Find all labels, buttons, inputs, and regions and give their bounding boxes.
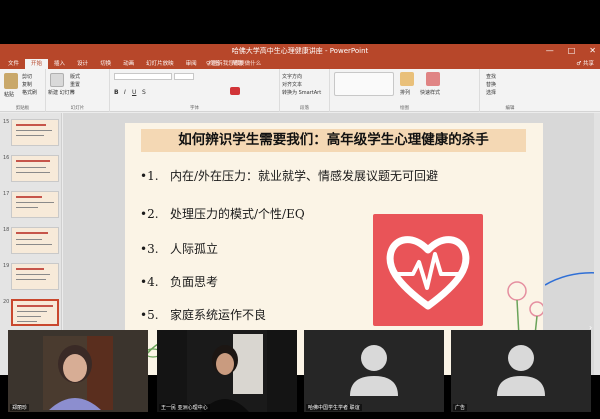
participant-name: 广告: [453, 404, 468, 411]
group-label-drawing: 绘图: [400, 106, 409, 111]
tab-animations[interactable]: 动画: [117, 59, 140, 69]
vertical-scrollbar[interactable]: [594, 113, 600, 375]
bullet-item[interactable]: •5. 家庭系统运作不良: [140, 306, 266, 323]
text-direction-button[interactable]: 文字方向: [282, 73, 302, 80]
bullet-number: •2.: [140, 207, 159, 221]
paste-label[interactable]: 粘贴: [4, 91, 14, 98]
participant-video: [187, 330, 267, 412]
tab-review[interactable]: 审阅: [180, 59, 203, 69]
user-avatar-icon: [497, 345, 545, 396]
bullet-text: 家庭系统运作不良: [170, 308, 267, 322]
bullet-text: 内在/外在压力：就业就学、情感发展议题无可回避: [170, 169, 439, 183]
underline-icon[interactable]: U: [132, 89, 136, 96]
bullet-number: •3.: [140, 242, 159, 256]
bullet-item[interactable]: •4. 负面思考: [140, 273, 218, 290]
participant-tile[interactable]: 哈佛中国学生学者 联谊: [304, 330, 444, 412]
bullet-text: 负面思考: [170, 275, 219, 289]
group-clipboard: 粘贴 剪切 复制 格式刷 剪贴板: [0, 69, 46, 112]
font-family-select[interactable]: [114, 73, 172, 80]
tab-home[interactable]: 开始: [25, 59, 49, 69]
window-title: 哈佛大学高中生心理健康讲座 - PowerPoint: [231, 47, 369, 55]
select-button[interactable]: 选择: [486, 89, 496, 96]
shapes-gallery[interactable]: [334, 72, 394, 96]
thumbnail-number: 19: [3, 263, 10, 269]
copy-button[interactable]: 复制: [22, 81, 32, 88]
close-icon[interactable]: ✕: [589, 44, 596, 58]
quick-styles-label[interactable]: 快速样式: [420, 89, 440, 96]
italic-icon[interactable]: I: [124, 89, 126, 96]
title-bar: 哈佛大学高中生心理健康讲座 - PowerPoint — □ ✕: [0, 44, 600, 58]
layout-button[interactable]: 版式: [70, 73, 80, 80]
group-label-clipboard: 剪贴板: [15, 106, 30, 111]
thumbnail-number: 16: [3, 155, 10, 161]
bold-icon[interactable]: B: [114, 89, 119, 96]
bullet-item[interactable]: •2. 处理压力的模式/个性/EQ: [140, 205, 305, 222]
heartbeat-image[interactable]: [373, 214, 483, 326]
format-painter-button[interactable]: 格式刷: [22, 89, 37, 96]
align-text-button[interactable]: 对齐文本: [282, 81, 302, 88]
meeting-stage: { "window": { "title": "哈佛大学高中生心理健康讲座 - …: [0, 0, 600, 419]
bullet-number: •5.: [140, 308, 159, 322]
next-page-icon[interactable]: ›: [589, 323, 592, 332]
annotation-stroke-icon: [545, 271, 599, 286]
participant-tile[interactable]: 郑丽珍: [8, 330, 148, 412]
bullet-item[interactable]: •1. 内在/外在压力：就业就学、情感发展议题无可回避: [140, 167, 438, 184]
participant-name: 王一民 亚洲心理中心: [159, 404, 210, 411]
slide-title[interactable]: 如何辨识学生需要我们：高年级学生心理健康的杀手: [141, 129, 526, 152]
section-button[interactable]: 节: [70, 89, 75, 96]
group-label-editing: 编辑: [505, 106, 515, 111]
group-paragraph: 文字方向 对齐文本 转换为 SmartArt 段落: [280, 69, 330, 112]
bullet-item[interactable]: •3. 人际孤立: [140, 240, 218, 257]
thumbnail-number: 17: [3, 191, 10, 197]
paste-icon[interactable]: [4, 73, 18, 89]
tell-me-search[interactable]: ♀ 告诉我您想要做什么: [206, 59, 261, 67]
ribbon-home: 粘贴 剪切 复制 格式刷 剪贴板 新建 幻灯片 版式 重置 节 幻灯片 B I …: [0, 69, 600, 112]
tab-design[interactable]: 设计: [71, 59, 94, 69]
arrange-label[interactable]: 排列: [400, 89, 410, 96]
bullet-number: •4.: [140, 275, 159, 289]
thumbnail-number: 20: [3, 299, 10, 305]
user-avatar-icon: [350, 345, 398, 396]
new-slide-icon[interactable]: [50, 73, 64, 87]
bullet-text: 处理压力的模式/个性/EQ: [170, 207, 305, 221]
cut-button[interactable]: 剪切: [22, 73, 32, 80]
share-button[interactable]: ♂ 共享: [576, 59, 594, 67]
participant-name: 哈佛中国学生学者 联谊: [306, 404, 362, 411]
heart-pulse-icon: [386, 236, 470, 310]
thumbnail-number: 18: [3, 227, 10, 233]
replace-button[interactable]: 替换: [486, 81, 496, 88]
tab-transitions[interactable]: 切换: [94, 59, 117, 69]
font-size-select[interactable]: [174, 73, 194, 80]
group-label-font: 字体: [190, 106, 199, 111]
participant-name: 郑丽珍: [10, 404, 30, 411]
group-editing: 查找 替换 选择 编辑: [480, 69, 540, 112]
group-slides: 新建 幻灯片 版式 重置 节 幻灯片: [46, 69, 110, 112]
font-color-icon[interactable]: [230, 87, 240, 95]
thumbnail-number: 15: [3, 119, 10, 125]
group-label-slides: 幻灯片: [70, 106, 85, 111]
tab-slideshow[interactable]: 幻灯片放映: [140, 59, 180, 69]
participant-tile[interactable]: 广告: [451, 330, 591, 412]
participant-video: [43, 336, 113, 410]
maximize-icon[interactable]: □: [568, 44, 576, 58]
arrange-icon[interactable]: [400, 72, 414, 86]
group-drawing: 排列 快速样式 绘图: [330, 69, 480, 112]
quick-styles-icon[interactable]: [426, 72, 440, 86]
group-label-paragraph: 段落: [300, 106, 309, 111]
find-button[interactable]: 查找: [486, 73, 496, 80]
group-font: B I U S 字体: [110, 69, 280, 112]
powerpoint-window: 哈佛大学高中生心理健康讲座 - PowerPoint — □ ✕ 文件 开始 插…: [0, 44, 600, 375]
ribbon-tabs: 文件 开始 插入 设计 切换 动画 幻灯片放映 审阅 视图 帮助: [0, 58, 600, 69]
tab-insert[interactable]: 插入: [48, 59, 71, 69]
minimize-icon[interactable]: —: [546, 44, 554, 58]
participant-tile[interactable]: 王一民 亚洲心理中心: [157, 330, 297, 412]
bullet-number: •1.: [140, 169, 159, 183]
tab-file[interactable]: 文件: [2, 59, 25, 69]
reset-button[interactable]: 重置: [70, 81, 80, 88]
smartart-button[interactable]: 转换为 SmartArt: [282, 89, 321, 96]
strikethrough-icon[interactable]: S: [142, 89, 146, 96]
bullet-text: 人际孤立: [170, 242, 219, 256]
